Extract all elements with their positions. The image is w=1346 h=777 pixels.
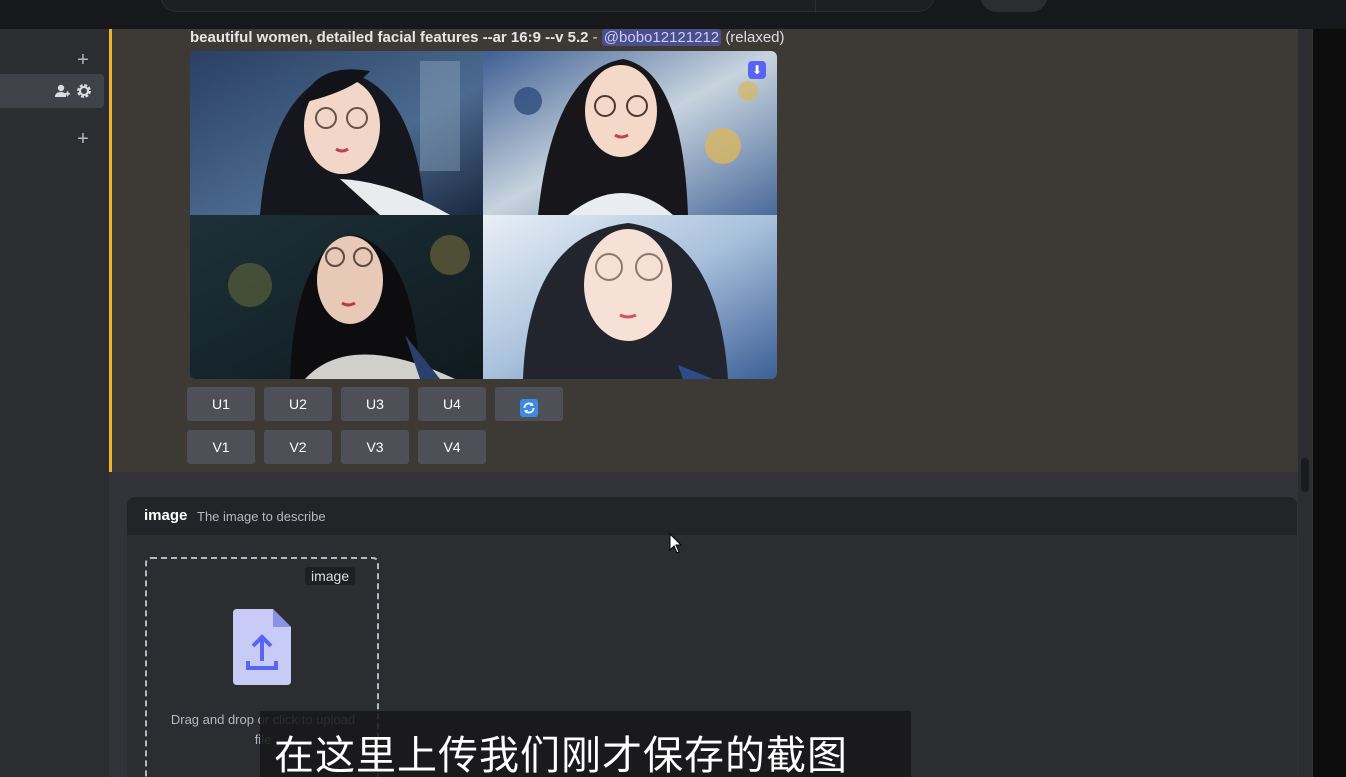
grid-image[interactable] bbox=[190, 215, 483, 379]
user-mention[interactable]: @bobo12121212 bbox=[601, 29, 722, 46]
prompt-text: beautiful women, detailed facial feature… bbox=[190, 29, 589, 46]
variation-button-2[interactable]: V2 bbox=[264, 430, 332, 464]
prompt-separator: - bbox=[588, 29, 602, 46]
right-edge bbox=[1313, 29, 1346, 777]
prompt-line: beautiful women, detailed facial feature… bbox=[190, 29, 785, 46]
selected-channel[interactable] bbox=[0, 74, 104, 108]
upscale-button-1[interactable]: U1 bbox=[187, 387, 255, 421]
refresh-icon bbox=[520, 395, 538, 429]
option-name: image bbox=[144, 507, 188, 524]
mouse-cursor-icon bbox=[669, 532, 683, 555]
upscale-button-4[interactable]: U4 bbox=[418, 387, 486, 421]
search-divider bbox=[815, 0, 816, 13]
top-circle-button[interactable] bbox=[980, 0, 1048, 12]
variation-button-1[interactable]: V1 bbox=[187, 430, 255, 464]
bot-message: beautiful women, detailed facial feature… bbox=[109, 29, 1298, 472]
plus-icon[interactable]: + bbox=[75, 129, 91, 149]
image-grid[interactable] bbox=[190, 51, 777, 379]
grid-image[interactable] bbox=[483, 215, 777, 379]
video-subtitle: 在这里上传我们刚才保存的截图 bbox=[260, 711, 911, 777]
search-bar[interactable] bbox=[160, 0, 935, 13]
scrollbar-track[interactable] bbox=[1298, 29, 1312, 777]
top-bar bbox=[0, 0, 1346, 29]
download-icon[interactable]: ⬇ bbox=[748, 61, 766, 79]
dropzone-tag: image bbox=[305, 567, 356, 585]
add-member-icon[interactable] bbox=[53, 82, 71, 100]
channel-sidebar: + + bbox=[0, 29, 109, 777]
gear-icon[interactable] bbox=[75, 82, 93, 100]
plus-icon[interactable]: + bbox=[75, 50, 91, 70]
upscale-button-2[interactable]: U2 bbox=[264, 387, 332, 421]
option-description: The image to describe bbox=[197, 509, 326, 524]
reroll-button[interactable] bbox=[495, 387, 563, 421]
grid-image[interactable] bbox=[190, 51, 483, 215]
variation-button-4[interactable]: V4 bbox=[418, 430, 486, 464]
grid-image[interactable] bbox=[483, 51, 777, 215]
generation-mode: (relaxed) bbox=[725, 29, 785, 46]
subtitle-text: 在这里上传我们刚才保存的截图 bbox=[274, 733, 848, 777]
upscale-button-3[interactable]: U3 bbox=[341, 387, 409, 421]
scrollbar-thumb[interactable] bbox=[1301, 458, 1309, 492]
variation-button-3[interactable]: V3 bbox=[341, 430, 409, 464]
option-header: image The image to describe bbox=[127, 497, 1297, 535]
file-upload-icon bbox=[233, 609, 291, 685]
